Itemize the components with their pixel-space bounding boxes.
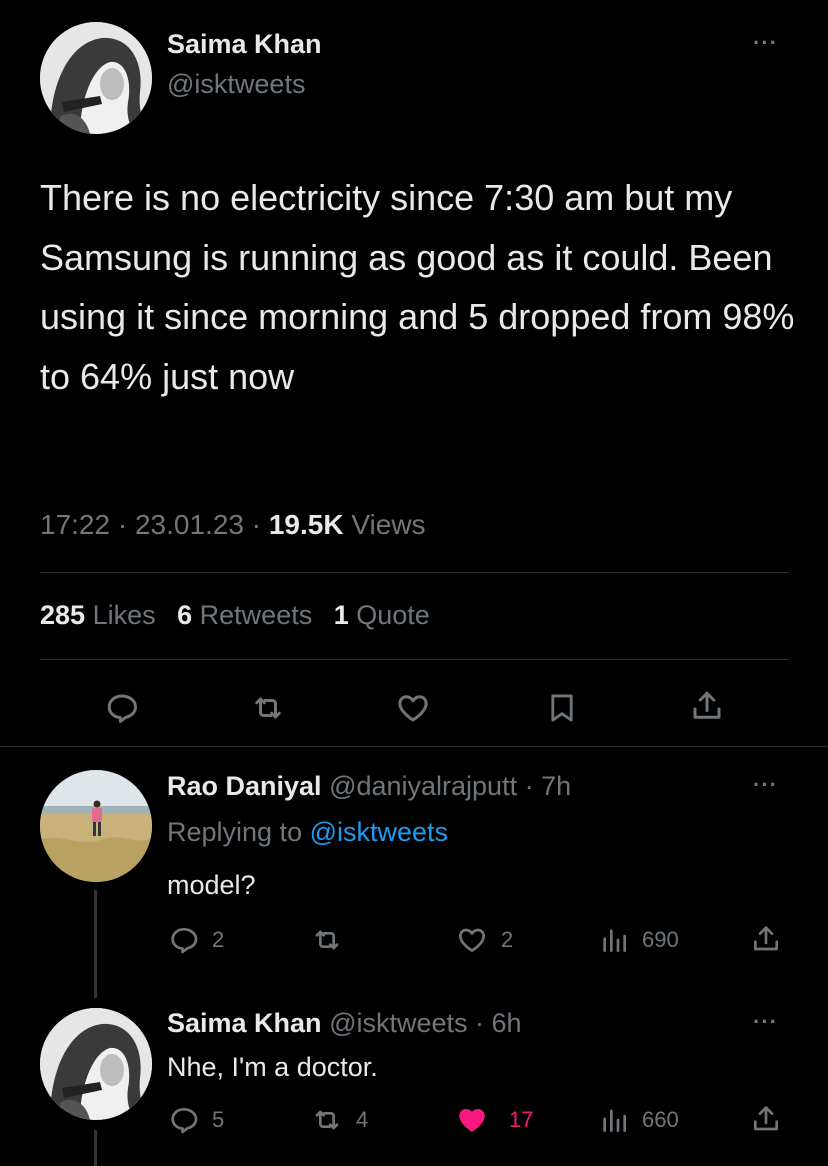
retweet-count: 4 <box>356 1107 369 1132</box>
engagement-stats: 285 Likes 6 Retweets 1 Quote <box>40 600 444 631</box>
retweets-stat[interactable]: 6 Retweets <box>177 600 312 630</box>
quotes-stat[interactable]: 1 Quote <box>334 600 430 630</box>
reply-icon <box>171 928 198 954</box>
quotes-count: 1 <box>333 600 349 630</box>
reply-text: model? <box>167 870 256 900</box>
reply-avatar[interactable] <box>40 1008 152 1120</box>
reply-count: 5 <box>212 1107 225 1132</box>
likes-label: Likes <box>85 600 156 630</box>
retweet-button[interactable] <box>310 924 356 956</box>
retweet-icon <box>315 1110 339 1130</box>
author-handle[interactable]: @isktweets <box>167 69 305 100</box>
reply-author-name[interactable]: Rao Daniyal <box>167 771 322 801</box>
divider <box>0 746 828 747</box>
bookmark-button[interactable] <box>540 686 584 730</box>
quotes-label: Quote <box>348 600 430 630</box>
like-button[interactable] <box>391 686 435 730</box>
tweet-date[interactable]: 23.01.23 <box>135 509 244 540</box>
views-button[interactable]: 690 <box>598 924 679 956</box>
share-icon <box>693 691 721 719</box>
like-button[interactable]: 17 <box>455 1104 533 1136</box>
tweet-time[interactable]: 17:22 <box>40 509 110 540</box>
reply-avatar[interactable] <box>40 770 152 882</box>
retweet-button[interactable]: 4 <box>310 1104 368 1136</box>
more-options-icon[interactable]: ··· <box>753 772 778 798</box>
share-button[interactable] <box>750 922 794 956</box>
reply-author-name[interactable]: Saima Khan <box>167 1008 322 1038</box>
reply-count: 2 <box>212 927 225 952</box>
avatar[interactable] <box>40 22 152 134</box>
share-icon <box>754 926 778 951</box>
reply-icon <box>107 694 137 723</box>
views-label: Views <box>343 509 426 540</box>
reply-button[interactable]: 2 <box>168 924 224 956</box>
retweet-button[interactable] <box>246 686 290 730</box>
reply-author-handle[interactable]: @isktweets <box>322 1008 467 1038</box>
reply-author-handle[interactable]: @daniyalrajputt <box>322 771 517 801</box>
tweet-text: There is no electricity since 7:30 am bu… <box>40 177 795 397</box>
share-icon <box>754 1106 778 1131</box>
retweet-icon <box>255 697 281 719</box>
share-button[interactable] <box>685 684 729 728</box>
views-icon <box>603 929 626 952</box>
retweets-label: Retweets <box>192 600 313 630</box>
divider <box>40 659 788 660</box>
views-button[interactable]: 660 <box>598 1104 679 1136</box>
replying-to: Replying to @isktweets <box>167 817 448 848</box>
likes-count: 285 <box>40 600 86 630</box>
author-name[interactable]: Saima Khan <box>167 29 322 60</box>
more-options-icon[interactable]: ··· <box>753 30 778 56</box>
views-icon <box>603 1109 626 1132</box>
retweet-icon <box>315 930 339 950</box>
share-button[interactable] <box>750 1102 794 1136</box>
thread-line <box>94 1130 97 1166</box>
tweet-meta: 17:22 · 23.01.23 · 19.5K Views <box>40 509 426 541</box>
like-count: 2 <box>501 927 514 952</box>
like-button[interactable]: 2 <box>455 924 513 956</box>
reply-time[interactable]: · 6h <box>468 1008 522 1038</box>
reply-button[interactable] <box>100 686 144 730</box>
likes-stat[interactable]: 285 Likes <box>40 600 156 630</box>
view-count: 660 <box>642 1107 679 1132</box>
reply-header: Saima Khan @isktweets · 6h <box>167 1008 522 1039</box>
divider <box>40 572 788 573</box>
like-count: 17 <box>509 1107 534 1132</box>
meta-separator: · <box>243 509 269 540</box>
meta-separator: · <box>110 509 135 540</box>
liked-heart-icon <box>459 1109 485 1132</box>
bookmark-icon <box>551 694 573 722</box>
more-options-icon[interactable]: ··· <box>753 1009 778 1035</box>
views-count: 19.5K <box>268 509 344 540</box>
reply-header: Rao Daniyal @daniyalrajputt · 7h <box>167 771 571 802</box>
thread-line <box>94 890 97 998</box>
view-count: 690 <box>642 927 679 952</box>
replying-to-handle[interactable]: @isktweets <box>310 817 448 847</box>
like-icon <box>458 928 486 952</box>
retweets-count: 6 <box>177 600 193 630</box>
reply-time[interactable]: · 7h <box>517 771 572 801</box>
like-icon <box>398 695 428 722</box>
replying-prefix: Replying to <box>167 817 310 847</box>
reply-text: Nhe, I'm a doctor. <box>167 1052 378 1082</box>
reply-button[interactable]: 5 <box>168 1104 224 1136</box>
reply-icon <box>171 1108 198 1134</box>
